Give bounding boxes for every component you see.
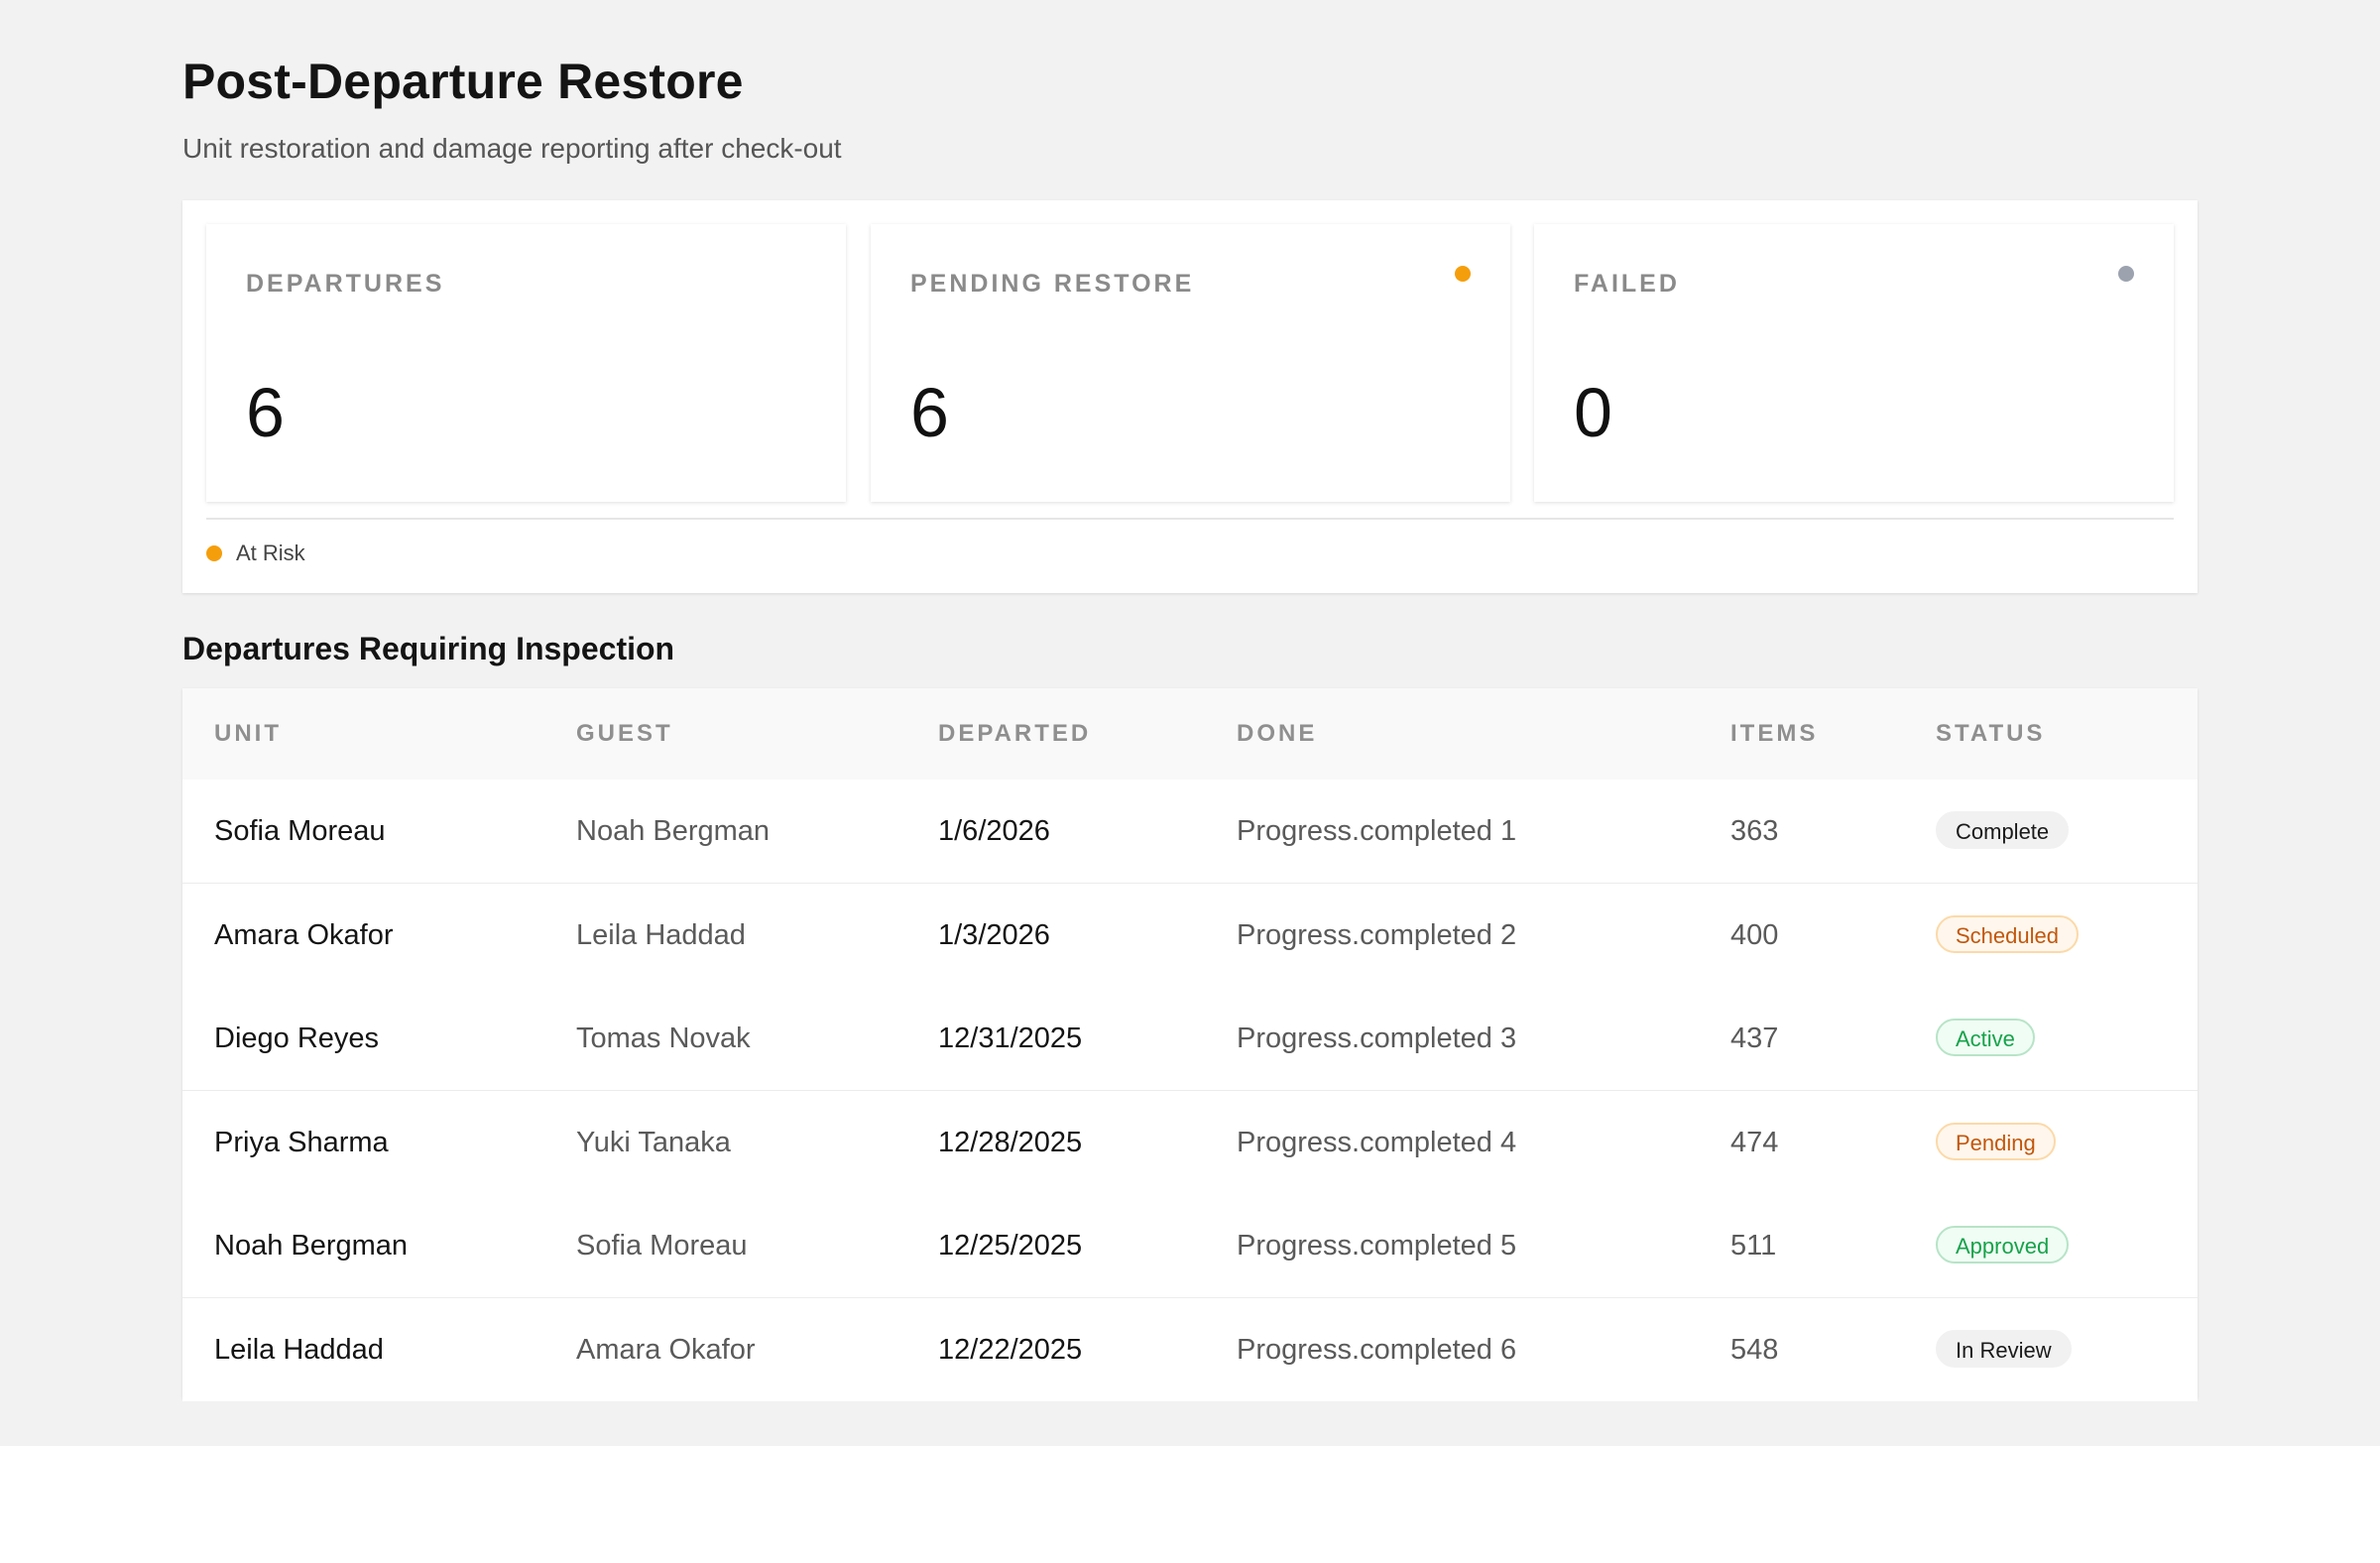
cell-guest: Leila Haddad <box>576 918 746 951</box>
cell-departed: 12/25/2025 <box>938 1230 1083 1262</box>
cell-guest: Noah Bergman <box>576 815 771 847</box>
cell-done: Progress.completed 5 <box>1237 1230 1517 1262</box>
departures-table: UNIT GUEST DEPARTED DONE ITEMS STATUS So… <box>182 688 2198 1401</box>
stat-label: FAILED <box>1574 270 1680 298</box>
column-header-unit[interactable]: UNIT <box>214 718 282 750</box>
cell-unit: Amara Okafor <box>214 918 394 951</box>
cell-guest: Tomas Novak <box>576 1022 751 1054</box>
status-badge: Complete <box>1936 811 2070 849</box>
cell-unit: Noah Bergman <box>214 1230 409 1262</box>
column-header-items[interactable]: ITEMS <box>1730 718 1818 750</box>
cell-unit: Sofia Moreau <box>214 815 386 847</box>
stat-label: PENDING RESTORE <box>910 270 1195 298</box>
stat-value: 0 <box>1574 374 1612 451</box>
cell-departed: 12/22/2025 <box>938 1333 1083 1366</box>
status-badge: Pending <box>1936 1122 2056 1160</box>
page: Post-Departure Restore Unit restoration … <box>0 0 2380 1446</box>
table-row[interactable]: Diego Reyes Tomas Novak 12/31/2025 Progress… <box>182 987 2198 1092</box>
cell-guest: Yuki Tanaka <box>576 1126 731 1158</box>
status-badge: Approved <box>1936 1226 2070 1263</box>
column-header-guest[interactable]: GUEST <box>576 718 673 750</box>
cell-done: Progress.completed 2 <box>1237 918 1517 951</box>
table-row[interactable]: Leila Haddad Amara Okafor 12/22/2025 Progre… <box>182 1297 2198 1401</box>
legend: At Risk <box>206 540 305 567</box>
cell-departed: 1/6/2026 <box>938 815 1050 847</box>
cell-items: 437 <box>1730 1022 1779 1054</box>
section-title: Departures Requiring Inspection <box>182 631 675 666</box>
status-dot-icon <box>2118 266 2134 282</box>
cell-items: 363 <box>1730 815 1779 847</box>
table-row[interactable]: Noah Bergman Sofia Moreau 12/25/2025 Progre… <box>182 1194 2198 1299</box>
column-header-done[interactable]: DONE <box>1237 718 1317 750</box>
cell-items: 400 <box>1730 918 1779 951</box>
status-badge: Scheduled <box>1936 914 2079 953</box>
cell-guest: Sofia Moreau <box>576 1230 748 1262</box>
table-row[interactable]: Priya Sharma Yuki Tanaka 12/28/2025 Progres… <box>182 1090 2198 1196</box>
status-badge: In Review <box>1936 1329 2072 1368</box>
page-title: Post-Departure Restore <box>182 54 744 109</box>
cell-done: Progress.completed 6 <box>1237 1333 1517 1366</box>
cell-unit: Diego Reyes <box>214 1022 380 1054</box>
divider <box>206 518 2174 520</box>
table-row[interactable]: Amara Okafor Leila Haddad 1/3/2026 Progress… <box>182 883 2198 989</box>
cell-departed: 1/3/2026 <box>938 918 1050 951</box>
column-header-departed[interactable]: DEPARTED <box>938 718 1091 750</box>
cell-items: 474 <box>1730 1126 1779 1158</box>
column-header-status[interactable]: STATUS <box>1936 718 2045 750</box>
cell-guest: Amara Okafor <box>576 1333 756 1366</box>
table-header: UNIT GUEST DEPARTED DONE ITEMS STATUS <box>182 688 2198 780</box>
legend-label: At Risk <box>236 541 305 565</box>
stat-value: 6 <box>910 374 949 451</box>
cell-unit: Leila Haddad <box>214 1333 384 1366</box>
status-dot-icon <box>1455 266 1471 282</box>
stat-card-departures: DEPARTURES 6 <box>206 224 846 502</box>
cell-unit: Priya Sharma <box>214 1126 389 1158</box>
table-row[interactable]: Sofia Moreau Noah Bergman 1/6/2026 Progress… <box>182 780 2198 885</box>
cell-done: Progress.completed 3 <box>1237 1022 1517 1054</box>
stat-value: 6 <box>246 374 285 451</box>
stat-card-pending-restore: PENDING RESTORE 6 <box>871 224 1510 502</box>
cell-items: 548 <box>1730 1333 1779 1366</box>
stat-card-failed: FAILED 0 <box>1534 224 2174 502</box>
cell-done: Progress.completed 4 <box>1237 1126 1517 1158</box>
cell-departed: 12/31/2025 <box>938 1022 1083 1054</box>
cell-departed: 12/28/2025 <box>938 1126 1083 1158</box>
summary-panel: DEPARTURES 6 PENDING RESTORE 6 FAILED 0 … <box>182 200 2198 593</box>
cell-items: 511 <box>1730 1230 1777 1262</box>
page-subtitle: Unit restoration and damage reporting af… <box>182 133 842 164</box>
legend-dot-icon <box>206 545 222 561</box>
status-badge: Active <box>1936 1019 2035 1056</box>
cell-done: Progress.completed 1 <box>1237 815 1517 847</box>
stat-label: DEPARTURES <box>246 270 445 298</box>
